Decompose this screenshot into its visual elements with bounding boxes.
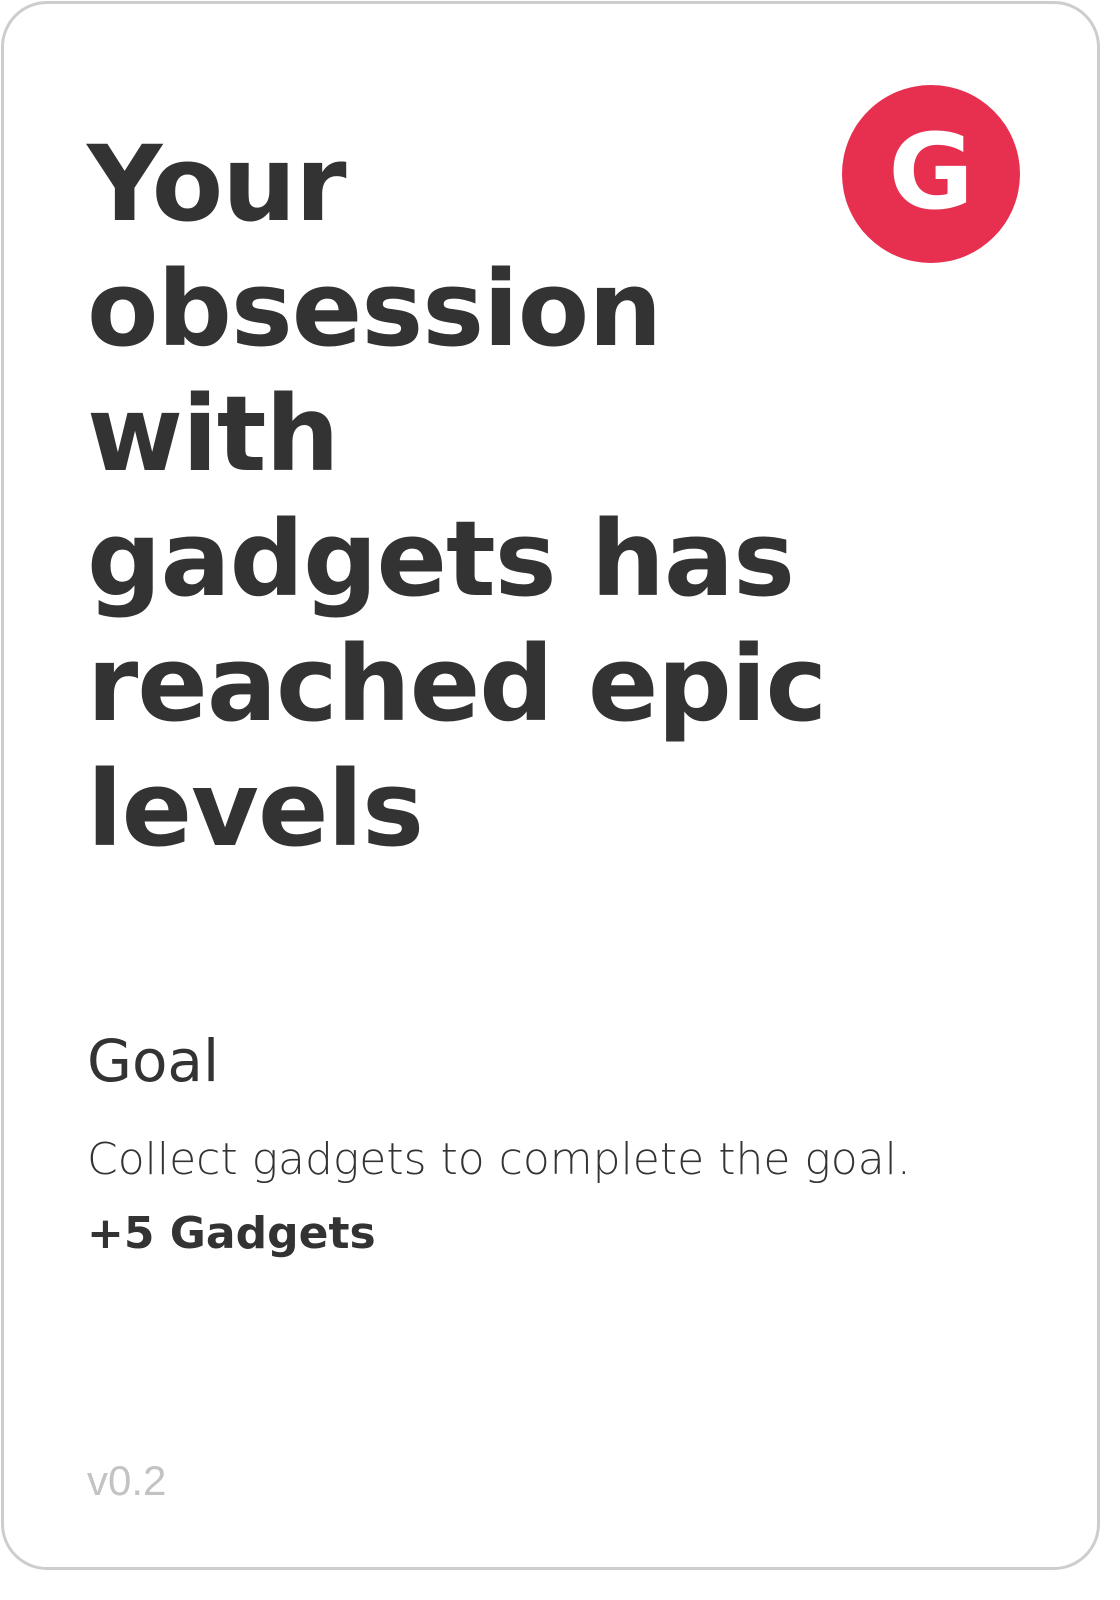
game-card: Your obsession with gadgets has reached … [1,1,1100,1570]
card-headline: Your obsession with gadgets has reached … [87,123,827,870]
goal-reward: +5 Gadgets [87,1208,376,1259]
gadget-badge-icon: G [842,85,1020,263]
version-label: v0.2 [87,1457,167,1504]
goal-label: Goal [87,1027,220,1095]
badge-letter: G [888,111,974,233]
goal-description: Collect gadgets to complete the goal. [87,1134,911,1185]
